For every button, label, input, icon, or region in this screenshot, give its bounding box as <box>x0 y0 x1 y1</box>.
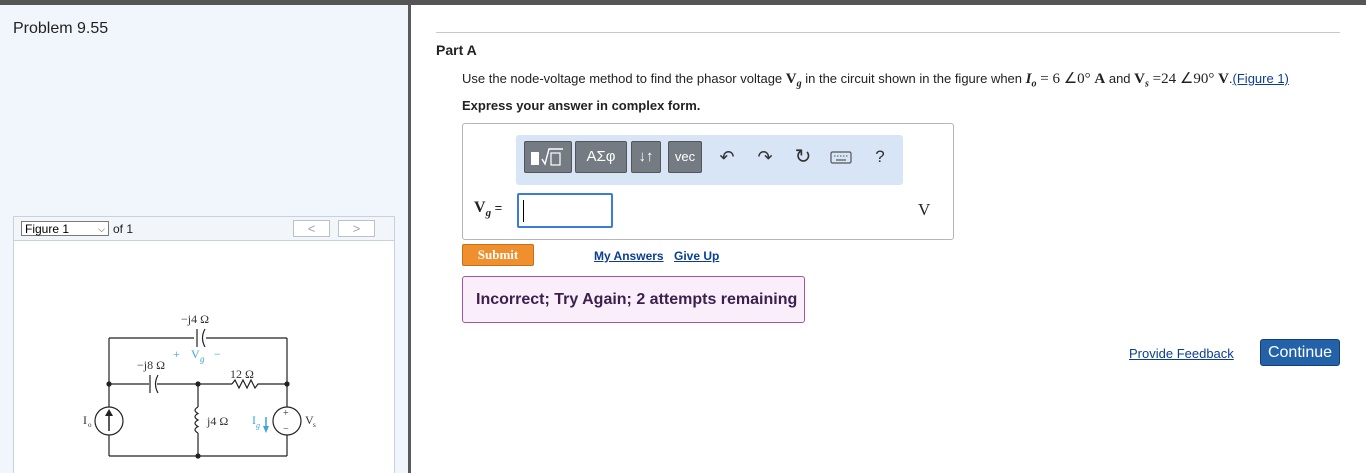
question-vs: V <box>1134 71 1145 87</box>
provide-feedback-link[interactable]: Provide Feedback <box>1129 346 1234 361</box>
chevron-down-icon: ⌵ <box>98 224 105 234</box>
question-text: Use the node-voltage method to find the … <box>462 69 1289 90</box>
part-title: Part A <box>436 42 477 58</box>
undo-icon[interactable]: ↶ <box>716 144 738 170</box>
give-up-link[interactable]: Give Up <box>674 249 719 263</box>
figure-select-value: Figure 1 <box>25 222 70 236</box>
node-right <box>284 381 290 387</box>
figure-nav-bar: Figure 1 ⌵ of 1 < > <box>13 216 395 241</box>
io-sub: o <box>88 421 92 429</box>
circuit-diagram: −j4 Ω −j8 Ω 12 Ω j4 Ω + V g − I o I g + … <box>83 312 316 459</box>
top-capacitor <box>196 328 206 348</box>
text-caret <box>523 200 524 222</box>
question-vg: V <box>785 71 797 87</box>
ig-arrow <box>263 417 269 433</box>
question-intro: Use the node-voltage method to find the … <box>462 71 786 86</box>
prev-figure-button[interactable]: < <box>293 220 330 237</box>
figure-link[interactable]: (Figure 1) <box>1233 71 1289 86</box>
inductor-label: j4 Ω <box>206 414 228 428</box>
vg-plus: + <box>173 347 180 361</box>
pane-divider[interactable] <box>408 5 411 473</box>
node-left <box>106 381 112 387</box>
answer-unit: V <box>918 200 931 219</box>
inductor <box>194 406 200 434</box>
current-source-io <box>94 406 124 436</box>
problem-title: Problem 9.55 <box>13 20 109 37</box>
templates-icon <box>531 148 563 166</box>
keyboard-button[interactable] <box>830 144 852 170</box>
top-cap-label: −j4 Ω <box>181 312 209 326</box>
vs-sub: s <box>313 421 316 429</box>
vs-minus: − <box>283 424 289 435</box>
node-bottom <box>195 453 201 459</box>
symbols-button[interactable]: ΑΣφ <box>575 141 627 173</box>
feedback-message: Incorrect; Try Again; 2 attempts remaini… <box>476 291 798 308</box>
templates-button[interactable] <box>524 141 572 173</box>
figure-count: of 1 <box>113 222 134 236</box>
chevron-right-icon: > <box>352 221 361 236</box>
node-middle <box>195 381 201 387</box>
math-toolbar: ΑΣφ ↓↑ vec ↶ ↷ ↻ ? <box>516 135 903 185</box>
question-and: and <box>1105 71 1135 86</box>
reset-icon[interactable]: ↻ <box>792 144 814 170</box>
redo-icon[interactable]: ↷ <box>754 144 776 170</box>
feedback-box: Incorrect; Try Again; 2 attempts remaini… <box>462 276 805 323</box>
my-answers-link[interactable]: My Answers <box>594 249 664 263</box>
answer-input[interactable] <box>517 193 613 228</box>
continue-button[interactable]: Continue <box>1260 339 1340 366</box>
question-mid: in the circuit shown in the figure when <box>801 71 1026 86</box>
vs-plus: + <box>283 408 289 419</box>
question-vs-value: =24 ∠90° <box>1148 71 1219 87</box>
chevron-left-icon: < <box>307 221 316 236</box>
vec-button[interactable]: vec <box>668 141 702 173</box>
keyboard-icon <box>830 151 852 164</box>
header-rule <box>436 32 1340 33</box>
question-io-value: = 6 ∠0° <box>1036 71 1095 87</box>
vg-minus: − <box>214 347 221 361</box>
vg-label: V <box>191 347 200 361</box>
updown-button[interactable]: ↓↑ <box>631 141 661 173</box>
vg-sub: g <box>200 354 205 364</box>
instruction-text: Express your answer in complex form. <box>462 98 701 113</box>
left-capacitor <box>149 374 159 394</box>
io-label: I <box>83 413 87 427</box>
help-button[interactable]: ? <box>870 144 890 170</box>
resistor-label: 12 Ω <box>230 367 254 381</box>
question-amp: A <box>1094 71 1106 87</box>
submit-button[interactable]: Submit <box>462 244 534 266</box>
question-volt: V <box>1218 71 1229 87</box>
answer-label: Vg = <box>474 199 502 219</box>
ig-sub: g <box>256 421 260 430</box>
figure-select[interactable]: Figure 1 ⌵ <box>21 221 109 236</box>
resistor-12ohm <box>231 378 260 390</box>
left-cap-label: −j8 Ω <box>137 358 165 372</box>
answer-equals: = <box>491 200 503 215</box>
answer-label-v: V <box>474 199 486 216</box>
figure-panel: −j4 Ω −j8 Ω 12 Ω j4 Ω + V g − I o I g + … <box>13 241 395 473</box>
next-figure-button[interactable]: > <box>338 220 375 237</box>
